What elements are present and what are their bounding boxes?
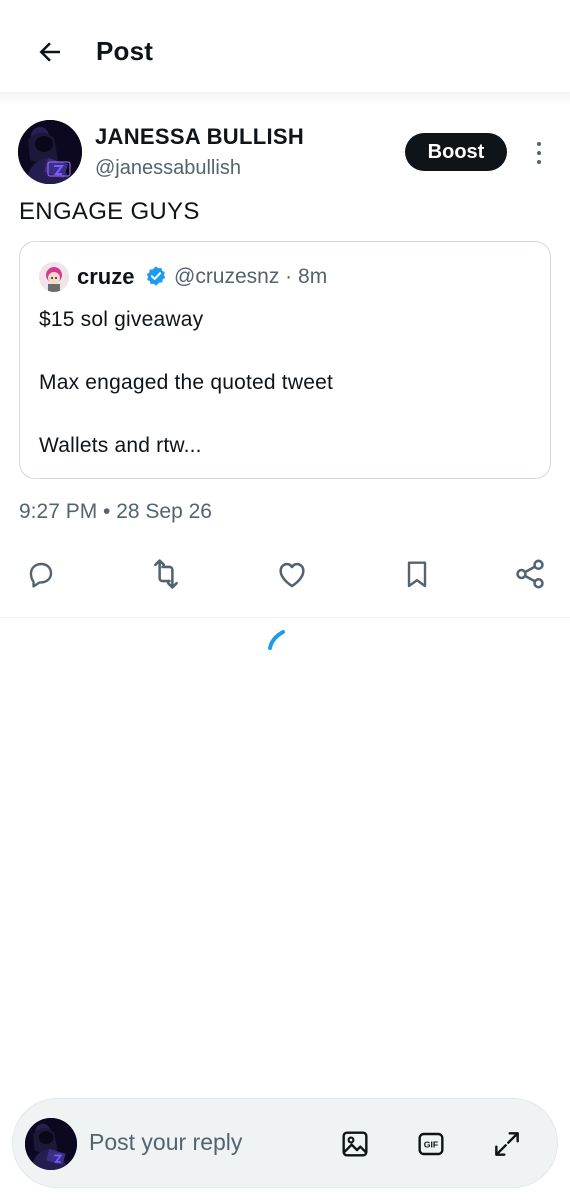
- bookmark-icon[interactable]: [399, 556, 435, 592]
- reply-icon[interactable]: [23, 556, 59, 592]
- post-text: ENGAGE GUYS: [19, 198, 200, 225]
- author-avatar[interactable]: [18, 120, 82, 184]
- quote-author-name: cruze: [77, 264, 135, 289]
- like-icon[interactable]: [274, 556, 310, 592]
- author-handle[interactable]: @janessabullish: [95, 157, 241, 180]
- reply-input[interactable]: Post your reply: [89, 1129, 242, 1156]
- quote-line: Wallets and rtw...: [39, 434, 202, 457]
- gif-icon[interactable]: GIF: [414, 1127, 448, 1161]
- quote-line: Max engaged the quoted tweet: [39, 371, 333, 394]
- header-divider: [0, 92, 570, 106]
- quote-line: $15 sol giveaway: [39, 308, 204, 331]
- repost-icon[interactable]: [148, 556, 184, 592]
- image-icon[interactable]: [338, 1127, 372, 1161]
- boost-button[interactable]: Boost: [405, 133, 507, 171]
- loading-spinner-icon: [266, 628, 288, 652]
- verified-badge-icon: [145, 265, 167, 287]
- section-divider: [0, 617, 570, 618]
- back-arrow-icon[interactable]: [32, 34, 68, 70]
- svg-text:GIF: GIF: [424, 1139, 438, 1149]
- post-timestamp[interactable]: 9:27 PM • 28 Sep 26: [19, 500, 212, 524]
- author-name[interactable]: JANESSA BULLISH: [95, 124, 304, 150]
- expand-icon[interactable]: [490, 1127, 524, 1161]
- quote-handle-time: @cruzesnz · 8m: [174, 265, 328, 288]
- quote-avatar: [39, 262, 69, 292]
- more-options-icon[interactable]: [530, 140, 548, 166]
- reply-bar: Post your reply GIF: [12, 1098, 558, 1188]
- page-title: Post: [96, 36, 154, 66]
- top-bar: Post: [0, 0, 570, 100]
- quoted-post-card[interactable]: cruze @cruzesnz · 8m $15 sol giveaway Ma…: [19, 241, 551, 479]
- share-icon[interactable]: [512, 556, 548, 592]
- user-avatar[interactable]: [25, 1118, 77, 1170]
